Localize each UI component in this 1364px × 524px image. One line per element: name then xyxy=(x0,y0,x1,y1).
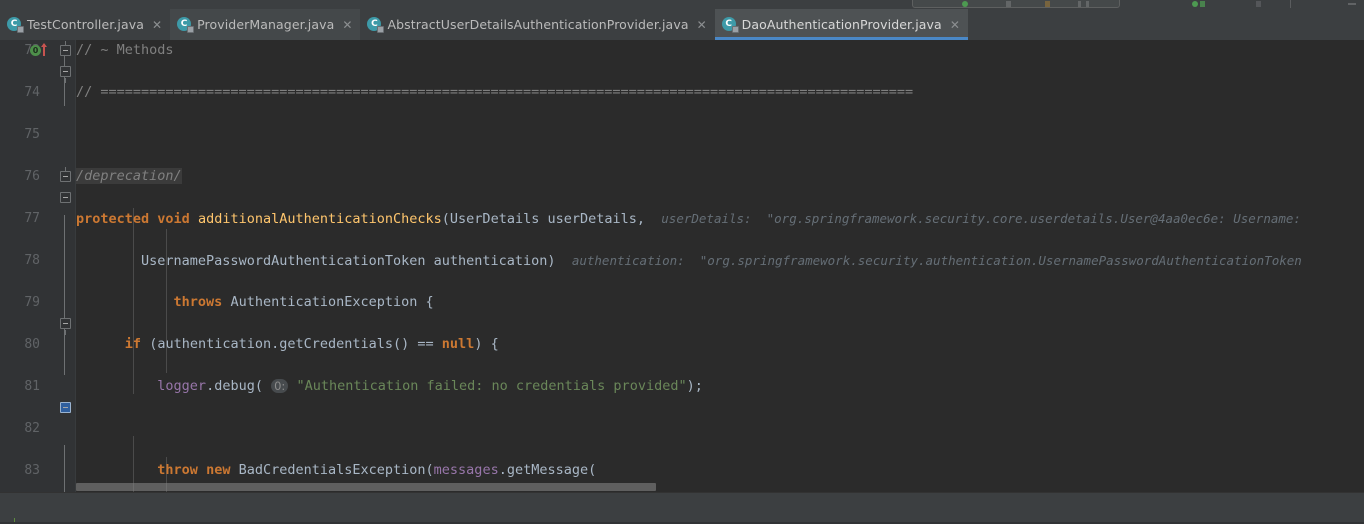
toolbar-glyph-icon xyxy=(1006,1,1011,7)
code-line[interactable]: 76 /deprecation/ xyxy=(0,166,1364,187)
close-icon[interactable]: ✕ xyxy=(950,19,960,31)
code-token-tail: ); xyxy=(686,378,703,394)
close-icon[interactable]: ✕ xyxy=(697,19,707,31)
inline-debug-value-hint: userDetails: "org.springframework.securi… xyxy=(661,211,1301,226)
code-line[interactable]: 79 throws AuthenticationException { xyxy=(0,292,1364,313)
line-number: 76 xyxy=(24,169,40,184)
toolbar-glyph-icon xyxy=(1078,1,1081,7)
code-token-keyword: new xyxy=(206,462,231,478)
code-token-method-name: additionalAuthenticationChecks xyxy=(197,211,442,227)
java-class-icon: C xyxy=(367,17,385,33)
code-token-type: AuthenticationException { xyxy=(230,294,434,310)
editor-tab-testcontroller[interactable]: C TestController.java ✕ xyxy=(0,9,171,40)
java-class-icon: C xyxy=(177,17,195,33)
debug-button-icon[interactable] xyxy=(1192,1,1198,7)
code-token-keyword: void xyxy=(157,211,190,227)
code-token-comment: // =====================================… xyxy=(76,84,914,100)
main-toolbar-sliver xyxy=(0,0,1364,9)
editor-tab-abstractuserdetailsauthenticationprovider[interactable]: C AbstractUserDetailsAuthenticationProvi… xyxy=(360,9,715,40)
horizontal-scrollbar-thumb[interactable] xyxy=(76,483,656,491)
fold-marker[interactable] xyxy=(60,318,71,335)
fold-marker[interactable] xyxy=(60,41,71,56)
code-token-params: (UserDetails userDetails, xyxy=(441,211,645,227)
code-token-params: UsernamePasswordAuthenticationToken auth… xyxy=(141,253,556,269)
run-configuration-dot-icon xyxy=(962,1,968,7)
code-token-comment: // ~ Methods xyxy=(76,42,174,58)
code-token-field: logger xyxy=(157,378,207,394)
code-token-call: .getMessage( xyxy=(498,462,597,478)
line-number: 79 xyxy=(24,295,40,310)
code-line[interactable]: 83 throw new BadCredentialsException(mes… xyxy=(0,460,1364,481)
code-token-field: messages xyxy=(433,462,499,478)
code-token-call: .debug( xyxy=(206,378,263,394)
code-token-string: "Authentication failed: no credentials p… xyxy=(296,378,687,394)
line-number: 81 xyxy=(24,379,40,394)
java-class-icon: C xyxy=(7,17,24,33)
ide-window: C TestController.java ✕ C ProviderManage… xyxy=(0,0,1364,524)
code-token-keyword: throws xyxy=(173,294,223,310)
line-number: 80 xyxy=(24,337,40,352)
tab-label: TestController.java xyxy=(27,17,145,32)
editor-tab-bar[interactable]: C TestController.java ✕ C ProviderManage… xyxy=(0,9,1364,40)
fold-marker[interactable] xyxy=(60,192,71,203)
editor-tab-daoauthenticationprovider[interactable]: C DaoAuthenticationProvider.java ✕ xyxy=(714,9,969,40)
code-editor[interactable]: 73 // ~ Methods 74 // ==================… xyxy=(0,40,1364,492)
close-icon[interactable]: ✕ xyxy=(342,19,352,31)
code-line[interactable]: 74 // ==================================… xyxy=(0,82,1364,103)
code-line[interactable]: 82 xyxy=(0,418,1364,439)
line-number: 77 xyxy=(24,211,40,226)
line-number: 82 xyxy=(24,421,40,436)
fold-marker[interactable] xyxy=(60,66,71,83)
inline-debug-value-hint: authentication: "org.springframework.sec… xyxy=(571,253,1302,268)
code-line[interactable]: 73 // ~ Methods xyxy=(0,40,1364,61)
code-line[interactable]: 77 protected void additionalAuthenticati… xyxy=(0,208,1364,229)
code-token-keyword: throw xyxy=(157,462,198,478)
code-line[interactable]: 81 logger.debug( 0: "Authentication fail… xyxy=(0,376,1364,397)
override-badge: 0 xyxy=(30,45,41,56)
editor-tab-providermanager[interactable]: C ProviderManager.java ✕ xyxy=(170,9,361,40)
minimize-icon[interactable] xyxy=(1348,3,1356,5)
fold-marker[interactable] xyxy=(60,402,71,413)
bottom-tool-window xyxy=(0,492,1364,524)
horizontal-scrollbar[interactable] xyxy=(76,482,1364,492)
code-token-keyword: if xyxy=(124,336,142,352)
toolbar-glyph-icon xyxy=(1086,1,1089,7)
code-token-keyword: null xyxy=(441,336,475,352)
status-indicator-icon xyxy=(14,518,15,522)
debug-button-icon[interactable] xyxy=(1200,1,1205,7)
method-override-marker-icon[interactable]: 0 xyxy=(30,43,54,58)
deprecation-annotation-hint: /deprecation/ xyxy=(76,168,182,184)
toolbar-separator xyxy=(1290,0,1291,8)
java-class-icon: C xyxy=(721,17,739,33)
code-line[interactable]: 80 if (authentication.getCredentials() =… xyxy=(0,334,1364,355)
stop-button-icon[interactable] xyxy=(1256,1,1261,7)
tab-label: AbstractUserDetailsAuthenticationProvide… xyxy=(387,17,689,32)
line-number: 78 xyxy=(24,253,40,268)
code-line[interactable]: 75 xyxy=(0,124,1364,145)
code-token-keyword: protected xyxy=(76,211,150,227)
close-icon[interactable]: ✕ xyxy=(152,19,162,31)
code-token-type: BadCredentialsException( xyxy=(238,462,434,478)
code-line[interactable]: 78 UsernamePasswordAuthenticationToken a… xyxy=(0,250,1364,271)
line-number: 75 xyxy=(24,127,40,142)
fold-marker[interactable] xyxy=(60,167,71,182)
line-number: 74 xyxy=(24,85,40,100)
line-number: 83 xyxy=(24,463,40,478)
code-token-condition: (authentication.getCredentials() == xyxy=(149,336,442,352)
tab-label: DaoAuthenticationProvider.java xyxy=(741,17,942,32)
toolbar-glyph-icon xyxy=(1045,1,1050,7)
parameter-name-hint-chip: 0: xyxy=(271,379,289,393)
override-arrow-icon xyxy=(41,43,47,56)
code-token-tail: ) { xyxy=(474,336,499,352)
tab-label: ProviderManager.java xyxy=(197,17,335,32)
